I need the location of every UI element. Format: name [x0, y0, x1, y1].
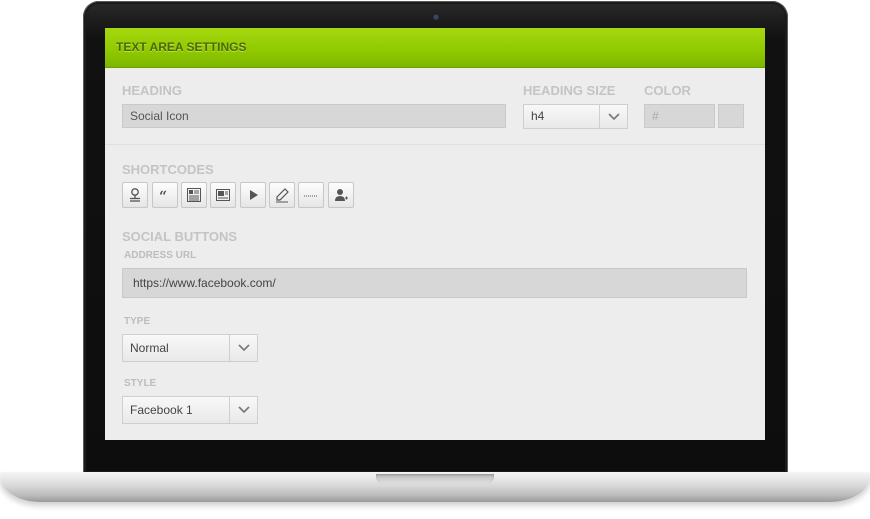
camera-icon: [432, 13, 440, 21]
shortcodes-label: SHORTCODES: [122, 162, 214, 177]
panel-header: TEXT AREA SETTINGS: [105, 28, 765, 68]
play-icon: [250, 190, 258, 200]
heading-label: HEADING: [122, 83, 182, 98]
type-label: TYPE: [124, 316, 151, 327]
quote-icon: “: [159, 189, 167, 203]
heading-size-label: HEADING SIZE: [523, 83, 616, 98]
image-text-icon: [216, 189, 230, 201]
pencil-icon: [276, 188, 289, 203]
social-buttons-label: SOCIAL BUTTONS: [122, 229, 238, 244]
color-label: COLOR: [644, 83, 691, 98]
divider-line-button[interactable]: [298, 182, 324, 208]
user-add-icon: [335, 189, 348, 201]
style-label: STYLE: [124, 378, 157, 389]
laptop-notch: [376, 474, 494, 484]
style-select[interactable]: Facebook 1: [122, 396, 258, 424]
svg-text:“: “: [159, 189, 167, 203]
dotted-line-icon: [304, 195, 318, 197]
chevron-down-icon[interactable]: [599, 105, 627, 128]
address-url-label: ADDRESS URL: [124, 250, 197, 261]
text-list-button[interactable]: [181, 182, 207, 208]
heading-input[interactable]: Social Icon: [122, 104, 506, 128]
heading-size-value: h4: [531, 109, 545, 123]
address-url-input[interactable]: https://www.facebook.com/: [122, 268, 747, 298]
chevron-down-icon[interactable]: [229, 397, 257, 423]
play-button[interactable]: [240, 182, 266, 208]
color-input[interactable]: #: [644, 104, 715, 128]
color-swatch[interactable]: [718, 104, 744, 128]
stamp-icon: [130, 188, 140, 202]
heading-size-select[interactable]: h4: [523, 104, 628, 129]
type-select[interactable]: Normal: [122, 334, 258, 362]
stamp-button[interactable]: [122, 182, 148, 208]
divider: [105, 144, 765, 145]
user-add-button[interactable]: [328, 182, 354, 208]
settings-panel: TEXT AREA SETTINGS HEADING Social Icon H…: [105, 28, 765, 440]
image-text-button[interactable]: [210, 182, 236, 208]
panel-title: TEXT AREA SETTINGS: [116, 40, 247, 54]
chevron-down-icon[interactable]: [229, 335, 257, 361]
pencil-button[interactable]: [269, 182, 295, 208]
type-value: Normal: [130, 341, 169, 355]
quote-button[interactable]: “: [152, 182, 178, 208]
style-value: Facebook 1: [130, 403, 193, 417]
text-list-icon: [187, 188, 201, 202]
